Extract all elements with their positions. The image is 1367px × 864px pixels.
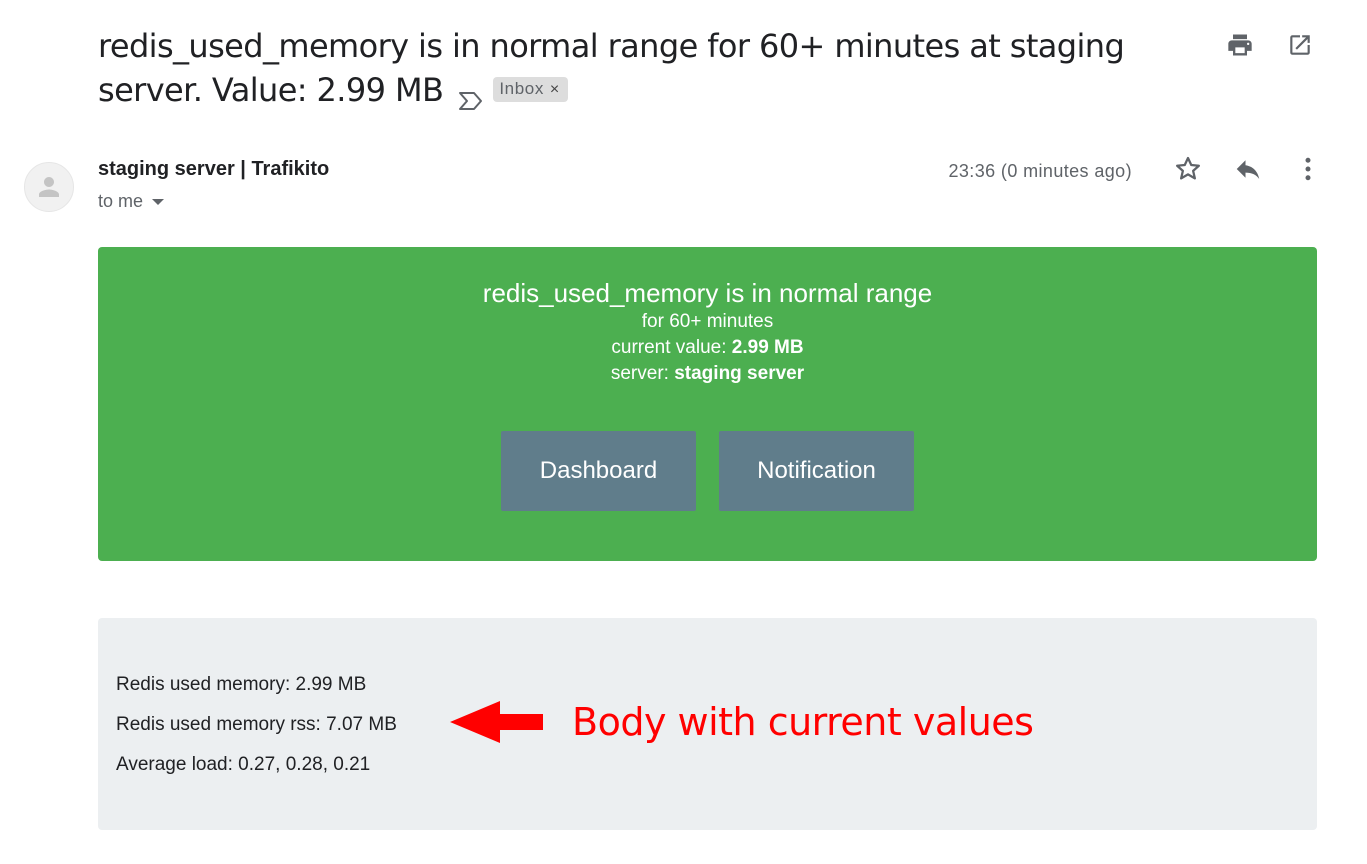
label-chip-text: Inbox <box>499 78 544 98</box>
remove-label-button[interactable]: × <box>550 81 560 98</box>
body-line-used-memory-rss: Redis used memory rss: 7.07 MB <box>116 714 397 735</box>
sender-name[interactable]: staging server | Trafikito <box>98 156 329 182</box>
banner-server: server: staging server <box>98 361 1317 387</box>
banner-duration: for 60+ minutes <box>641 311 774 332</box>
more-vert-icon[interactable] <box>1293 154 1323 184</box>
importance-marker-icon[interactable] <box>457 80 485 110</box>
caret-down-icon[interactable] <box>151 189 165 213</box>
label-chip-inbox: Inbox × <box>493 76 568 102</box>
body-line-used-memory: Redis used memory: 2.99 MB <box>116 674 367 695</box>
status-banner: redis_used_memory is in normal range for… <box>98 247 1317 561</box>
reply-icon[interactable] <box>1233 154 1263 184</box>
current-value: 2.99 MB <box>731 337 804 358</box>
subject-actions <box>1225 30 1315 60</box>
notification-button[interactable]: Notification <box>719 431 914 511</box>
recipient-text: to me <box>98 191 144 211</box>
subject-text: redis_used_memory is in normal range for… <box>98 27 1125 109</box>
body-line-average-load: Average load: 0.27, 0.28, 0.21 <box>116 754 371 775</box>
server-name: staging server <box>674 363 805 384</box>
message-actions <box>1173 154 1323 184</box>
message-time: 23:36 (0 minutes ago) <box>948 161 1132 181</box>
recipient-line: to me <box>98 189 165 213</box>
print-icon[interactable] <box>1225 30 1255 60</box>
open-in-new-window-icon[interactable] <box>1285 30 1315 60</box>
current-value-label: current value: <box>611 337 727 358</box>
annotation-text: Body with current values <box>572 700 1034 744</box>
default-avatar-icon[interactable] <box>24 162 74 212</box>
star-icon[interactable] <box>1173 154 1203 184</box>
annotation-arrow-icon <box>448 700 544 749</box>
banner-title: redis_used_memory is in normal range <box>482 278 933 308</box>
server-label: server: <box>610 363 669 384</box>
email-subject: redis_used_memory is in normal range for… <box>98 24 1218 112</box>
dashboard-button[interactable]: Dashboard <box>501 431 696 511</box>
banner-current-value: current value: 2.99 MB <box>98 335 1317 361</box>
banner-buttons: Dashboard Notification <box>98 431 1317 511</box>
